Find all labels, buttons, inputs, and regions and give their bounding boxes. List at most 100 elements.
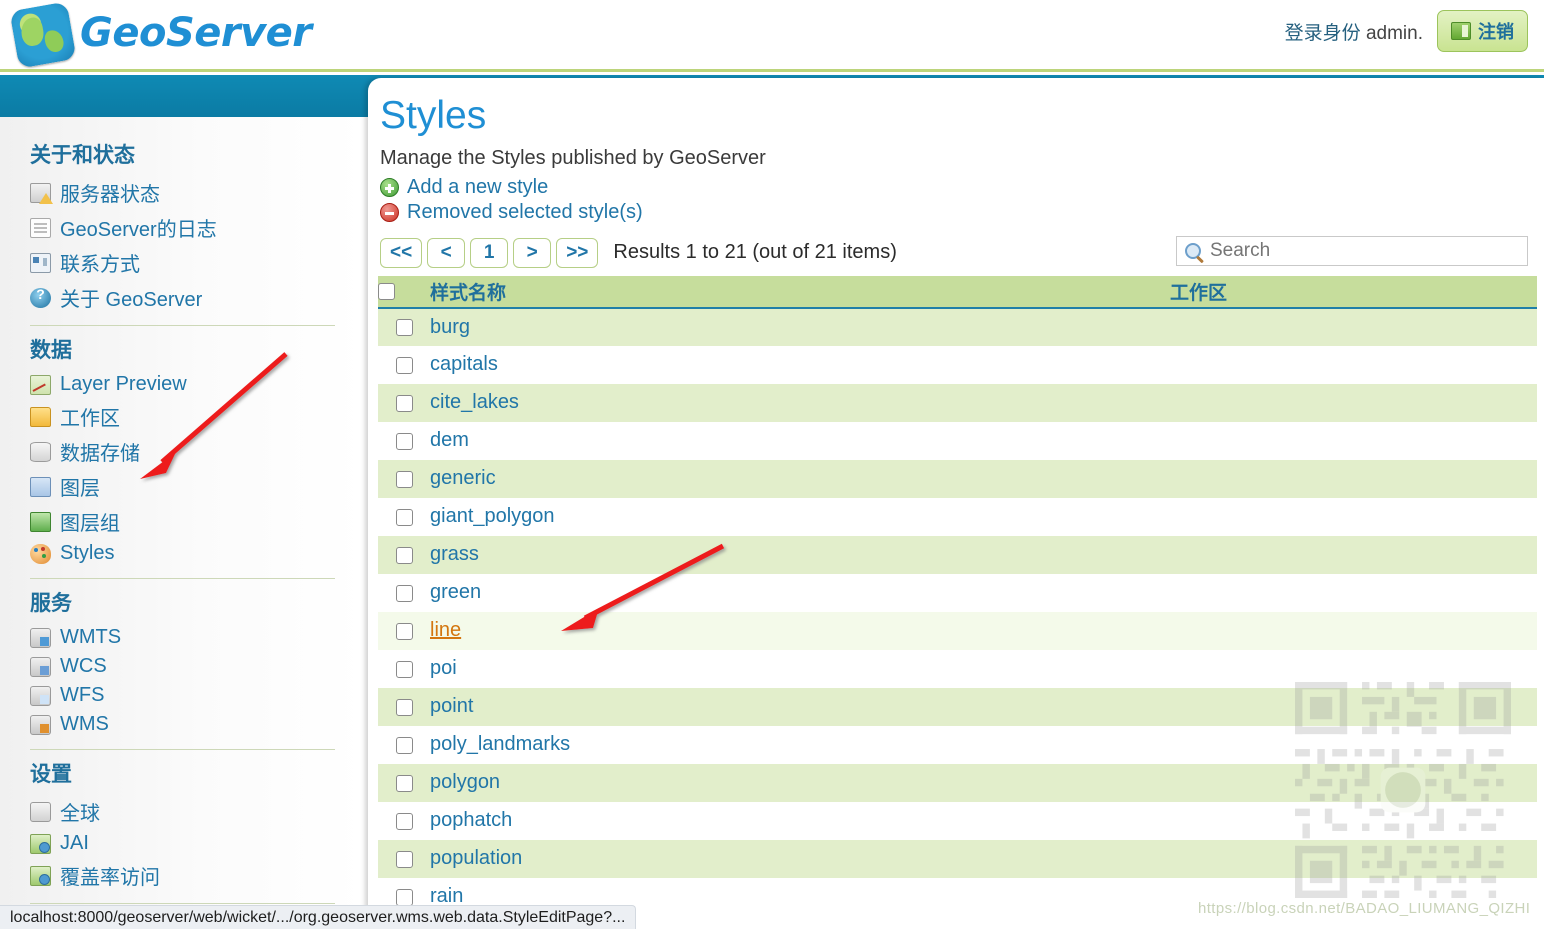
style-name-cell[interactable]: cite_lakes [430,383,1170,422]
brand-logo[interactable]: GeoServer [9,1,312,69]
table-row[interactable]: dem [378,421,1537,460]
style-name-link[interactable]: line [430,619,461,641]
row-select-cell[interactable] [378,801,430,840]
row-select-cell[interactable] [378,535,430,574]
remove-selected-styles-link[interactable]: Removed selected style(s) [380,201,1536,224]
select-all-header[interactable] [378,275,430,309]
sidebar-item-workspaces[interactable]: 工作区 [22,399,343,434]
row-checkbox[interactable] [395,812,413,830]
row-checkbox[interactable] [395,508,413,526]
sidebar-item-wcs[interactable]: WCS [22,652,343,681]
row-select-cell[interactable] [378,421,430,460]
table-row[interactable]: pophatch [378,801,1537,840]
row-checkbox[interactable] [395,698,413,716]
table-row[interactable]: giant_polygon [378,497,1537,536]
row-checkbox[interactable] [395,432,413,450]
row-checkbox[interactable] [395,888,413,906]
logout-button[interactable]: 注销 [1437,10,1528,52]
add-new-style-link[interactable]: Add a new style [380,176,1536,199]
style-name-link[interactable]: pophatch [430,809,512,831]
table-row[interactable]: poi [378,649,1537,688]
table-row[interactable]: poly_landmarks [378,725,1537,764]
pagination-prev-button[interactable]: < [427,237,466,268]
search-box[interactable] [1176,235,1528,266]
row-checkbox[interactable] [395,736,413,754]
style-name-link[interactable]: poly_landmarks [430,733,570,755]
style-name-link[interactable]: giant_polygon [430,505,555,527]
pagination-first-button[interactable]: << [380,237,423,268]
sidebar-item-layers[interactable]: 图层 [22,469,343,504]
style-name-link[interactable]: grass [430,543,479,565]
style-name-cell[interactable]: population [430,839,1170,878]
sidebar-item-wmts[interactable]: WMTS [22,623,343,652]
style-name-cell[interactable]: polygon [430,763,1170,802]
style-name-link[interactable]: burg [430,316,470,338]
table-row[interactable]: green [378,573,1537,612]
row-select-cell[interactable] [378,497,430,536]
row-select-cell[interactable] [378,763,430,802]
style-name-link[interactable]: population [430,847,522,869]
row-select-cell[interactable] [378,725,430,764]
row-select-cell[interactable] [378,383,430,422]
style-name-link[interactable]: point [430,695,473,717]
column-header-workspace[interactable]: 工作区 [1170,275,1537,309]
table-row[interactable]: cite_lakes [378,383,1537,422]
sidebar-item-about-geoserver[interactable]: 关于 GeoServer [22,280,343,315]
search-input[interactable] [1208,238,1519,263]
style-name-link[interactable]: capitals [430,353,498,375]
row-select-cell[interactable] [378,649,430,688]
row-checkbox[interactable] [395,356,413,374]
row-checkbox[interactable] [395,470,413,488]
style-name-cell[interactable]: pophatch [430,801,1170,840]
sidebar-item-datastores[interactable]: 数据存储 [22,434,343,469]
style-name-link[interactable]: green [430,581,481,603]
sidebar-item-server-status[interactable]: 服务器状态 [22,175,343,210]
select-all-checkbox[interactable] [378,282,395,300]
table-row[interactable]: line [378,611,1537,650]
style-name-link[interactable]: poi [430,657,457,679]
sidebar-item-geoserver-logs[interactable]: GeoServer的日志 [22,210,343,245]
table-row[interactable]: generic [378,459,1537,498]
style-name-link[interactable]: cite_lakes [430,391,519,413]
sidebar-item-jai[interactable]: JAI [22,829,343,858]
row-select-cell[interactable] [378,839,430,878]
row-checkbox[interactable] [395,660,413,678]
style-name-link[interactable]: polygon [430,771,500,793]
style-name-cell[interactable]: capitals [430,345,1170,384]
row-select-cell[interactable] [378,611,430,650]
sidebar-item-styles[interactable]: Styles [22,539,343,568]
column-header-style-name[interactable]: 样式名称 [430,275,1170,309]
row-select-cell[interactable] [378,307,430,346]
style-name-cell[interactable]: dem [430,421,1170,460]
row-select-cell[interactable] [378,459,430,498]
style-name-cell[interactable]: burg [430,307,1170,346]
table-row[interactable]: burg [378,307,1537,346]
sidebar-item-layergroups[interactable]: 图层组 [22,504,343,539]
table-row[interactable]: point [378,687,1537,726]
table-row[interactable]: capitals [378,345,1537,384]
row-checkbox[interactable] [395,319,413,337]
style-name-link[interactable]: generic [430,467,496,489]
style-name-cell[interactable]: poly_landmarks [430,725,1170,764]
style-name-cell[interactable]: giant_polygon [430,497,1170,536]
row-select-cell[interactable] [378,573,430,612]
row-select-cell[interactable] [378,345,430,384]
row-checkbox[interactable] [395,774,413,792]
pagination-page-1-button[interactable]: 1 [470,237,509,268]
sidebar-item-contact[interactable]: 联系方式 [22,245,343,280]
row-checkbox[interactable] [395,394,413,412]
row-checkbox[interactable] [395,584,413,602]
style-name-cell[interactable]: poi [430,649,1170,688]
table-row[interactable]: polygon [378,763,1537,802]
style-name-link[interactable]: dem [430,429,469,451]
pagination-next-button[interactable]: > [513,237,552,268]
style-name-cell[interactable]: green [430,573,1170,612]
sidebar-item-wfs[interactable]: WFS [22,681,343,710]
sidebar-item-global[interactable]: 全球 [22,794,343,829]
sidebar-item-coverage-access[interactable]: 覆盖率访问 [22,858,343,893]
style-name-cell[interactable]: grass [430,535,1170,574]
table-row[interactable]: grass [378,535,1537,574]
row-select-cell[interactable] [378,687,430,726]
table-row[interactable]: population [378,839,1537,878]
row-checkbox[interactable] [395,546,413,564]
